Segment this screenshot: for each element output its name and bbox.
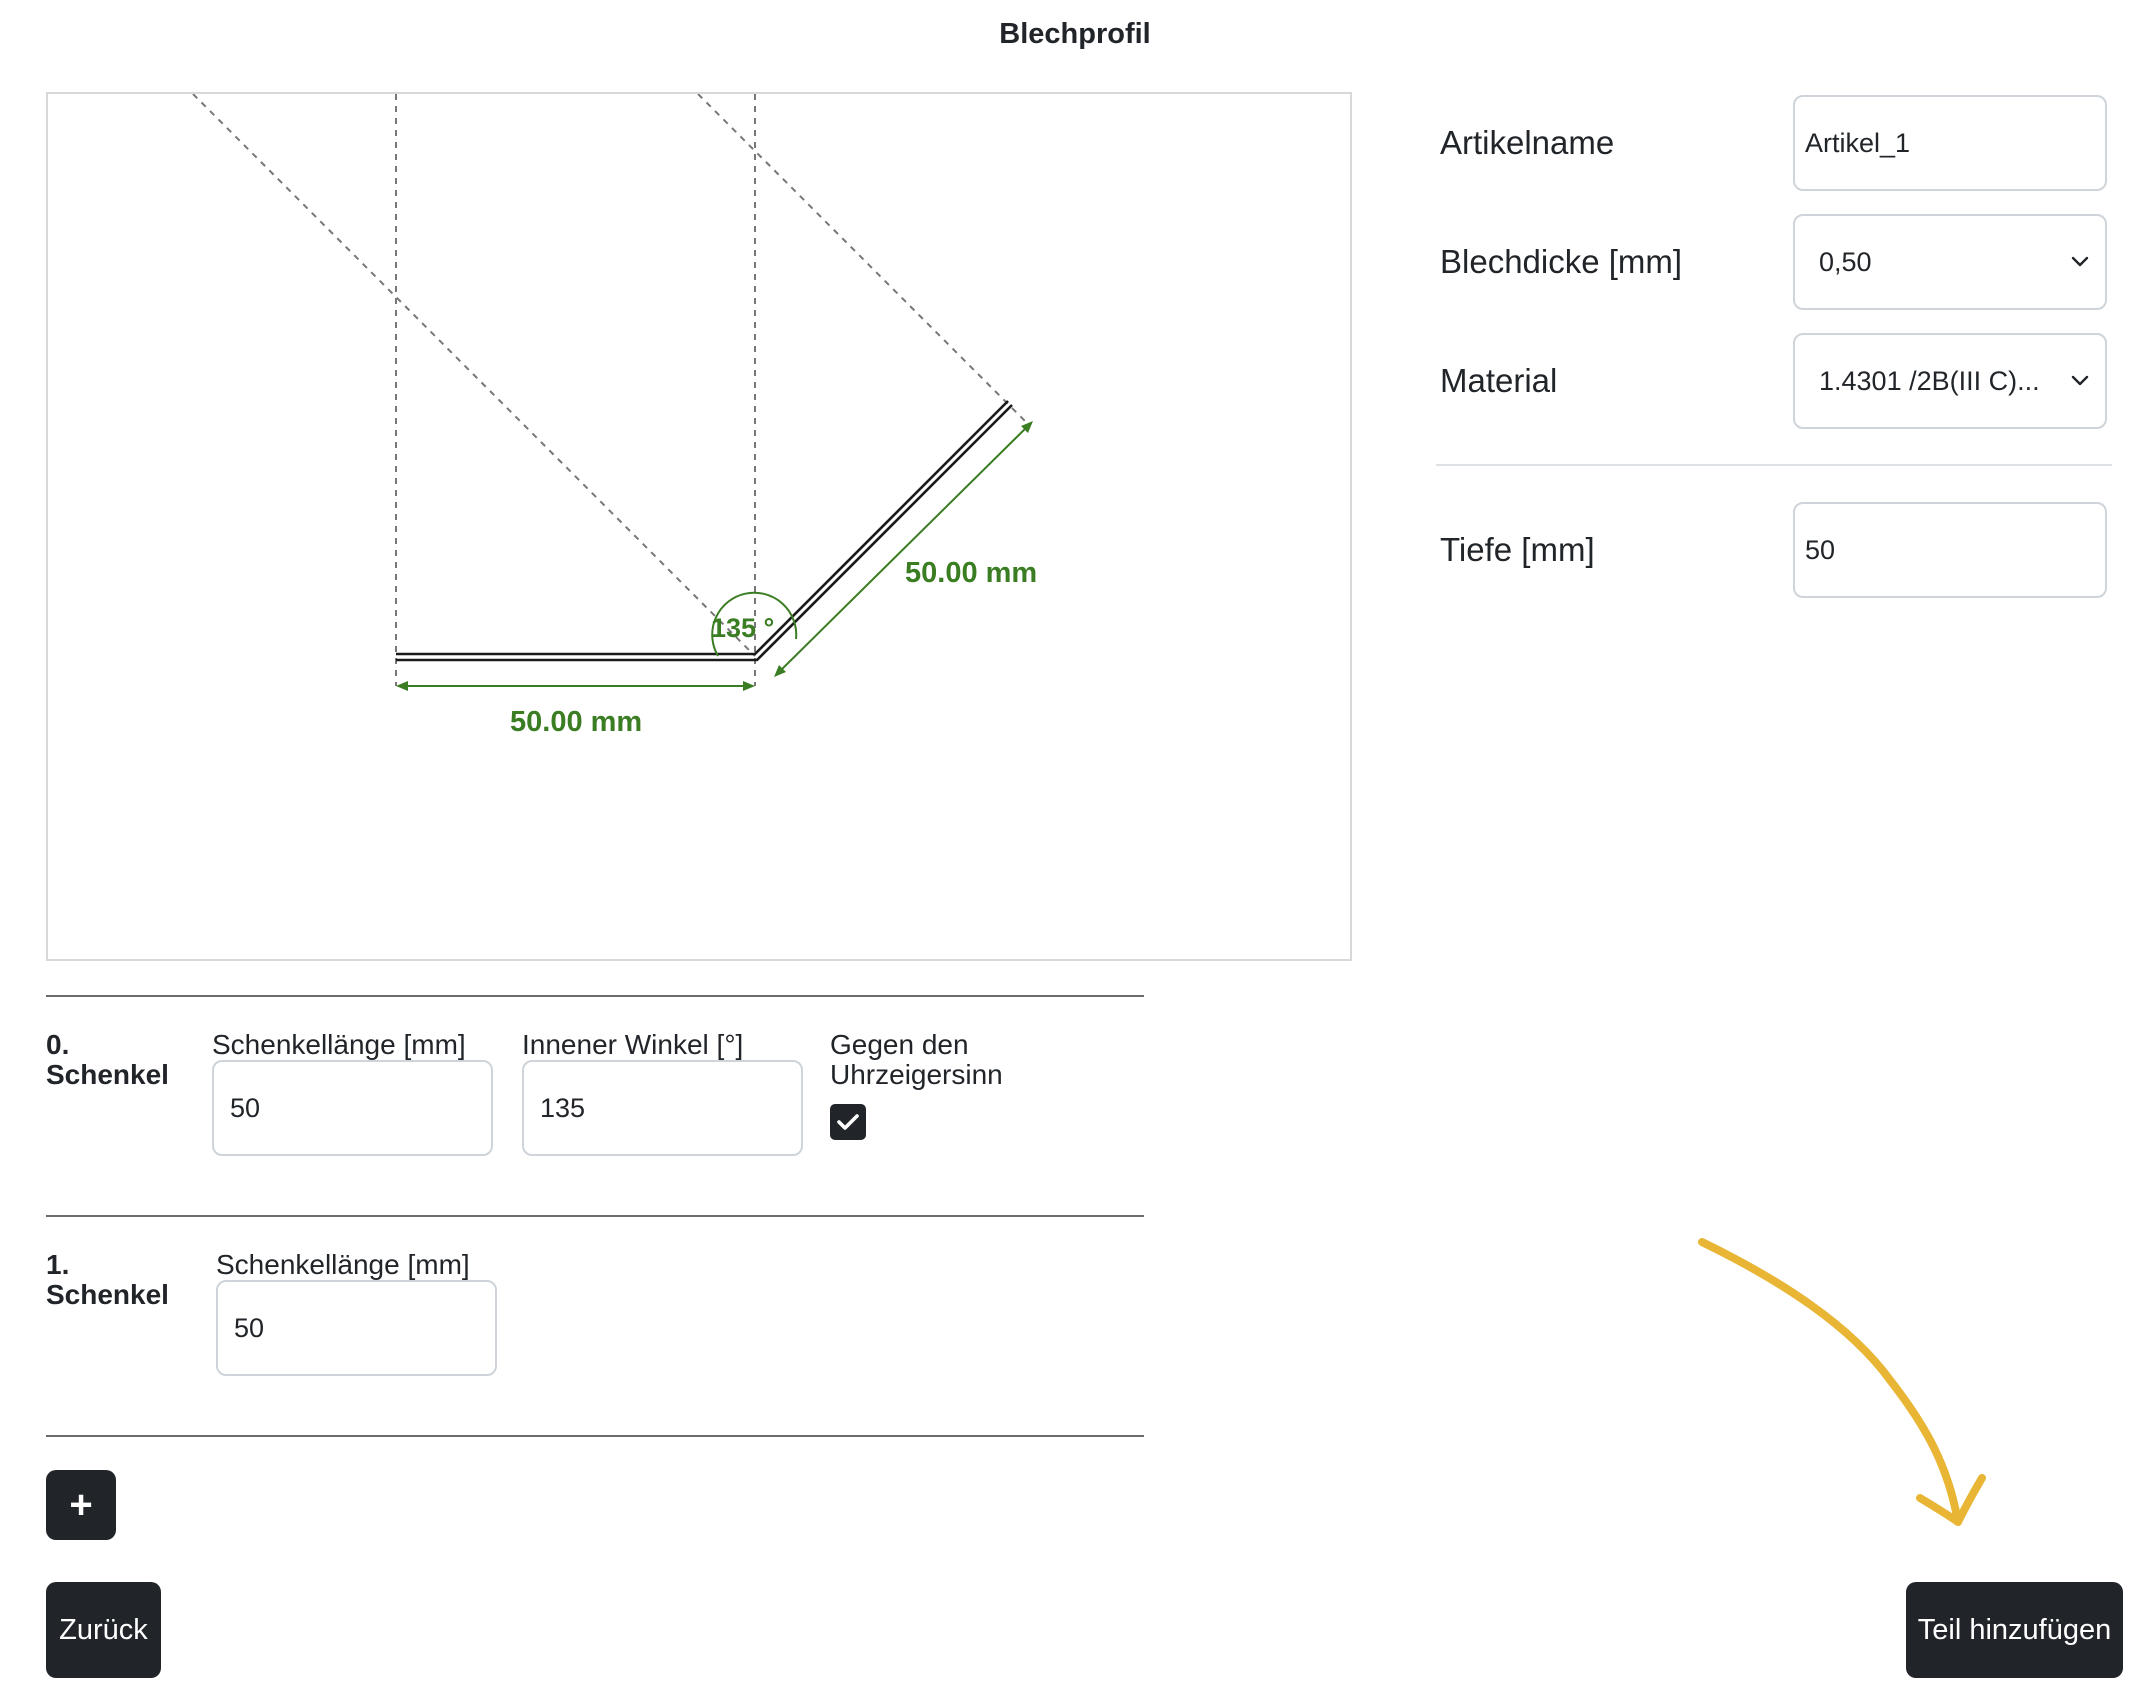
artikelname-row: Artikelname bbox=[1440, 95, 2110, 191]
plus-icon: + bbox=[69, 1483, 93, 1527]
angle-label: 135 ° bbox=[711, 613, 774, 643]
schenkel-1-length-input[interactable] bbox=[216, 1280, 497, 1376]
add-schenkel-button[interactable]: + bbox=[46, 1470, 116, 1540]
schenkel-0-ccw-label: Gegen den Uhrzeigersinn bbox=[830, 1030, 1003, 1090]
chevron-down-icon bbox=[2071, 375, 2089, 386]
blechdicke-row: Blechdicke [mm] 0,50 bbox=[1440, 214, 2110, 310]
guide-diagonal-right bbox=[697, 94, 1031, 427]
arrow-annotation-icon bbox=[1698, 1238, 1986, 1526]
artikelname-input[interactable] bbox=[1793, 95, 2107, 191]
schenkel-1-length-label: Schenkellänge [mm] bbox=[216, 1249, 470, 1280]
tiefe-row: Tiefe [mm] bbox=[1440, 502, 2110, 598]
tiefe-input[interactable] bbox=[1793, 502, 2107, 598]
blechdicke-select[interactable]: 0,50 bbox=[1793, 214, 2107, 310]
profile-drawing-canvas[interactable]: 135 ° 50.00 mm 50.00 mm bbox=[46, 92, 1352, 961]
material-label: Material bbox=[1440, 362, 1558, 399]
schenkel-divider bbox=[46, 1435, 1144, 1437]
material-row: Material 1.4301 /2B(III C)... bbox=[1440, 333, 2110, 429]
checkmark-icon bbox=[837, 1114, 859, 1130]
schenkel-1-number: 1. bbox=[46, 1249, 70, 1280]
schenkel-divider bbox=[46, 1215, 1144, 1217]
schenkel-0-number: 0. bbox=[46, 1029, 70, 1060]
material-selected-value: 1.4301 /2B(III C)... bbox=[1819, 366, 2040, 396]
dimension-arrowhead-left bbox=[396, 681, 408, 691]
schenkel-0-length-label: Schenkellänge [mm] bbox=[212, 1029, 466, 1060]
chevron-down-icon bbox=[2071, 256, 2089, 267]
form-divider bbox=[1436, 464, 2112, 466]
artikelname-label: Artikelname bbox=[1440, 124, 1615, 161]
dimension-label-leg1: 50.00 mm bbox=[905, 557, 1037, 589]
schenkel-0-title: 0. Schenkel bbox=[46, 1030, 186, 1090]
guide-diagonal-left bbox=[192, 94, 756, 657]
blechdicke-label: Blechdicke [mm] bbox=[1440, 243, 1683, 280]
schenkel-0-angle-label: Innener Winkel [°] bbox=[522, 1029, 744, 1060]
material-select[interactable]: 1.4301 /2B(III C)... bbox=[1793, 333, 2107, 429]
back-button[interactable]: Zurück bbox=[46, 1582, 161, 1678]
schenkel-divider bbox=[46, 995, 1144, 997]
tiefe-label: Tiefe [mm] bbox=[1440, 531, 1595, 568]
profile-outer-line bbox=[396, 400, 1009, 656]
blechdicke-selected-value: 0,50 bbox=[1819, 247, 1872, 277]
dimension-label-leg0: 50.00 mm bbox=[510, 706, 642, 738]
add-part-button[interactable]: Teil hinzufügen bbox=[1906, 1582, 2123, 1678]
dimension-arrowhead-right bbox=[743, 681, 755, 691]
schenkel-0-ccw-label-line1: Gegen den bbox=[830, 1029, 969, 1060]
schenkel-0-ccw-label-line2: Uhrzeigersinn bbox=[830, 1059, 1003, 1090]
schenkel-0-angle-input[interactable] bbox=[522, 1060, 803, 1156]
schenkel-0-length-input[interactable] bbox=[212, 1060, 493, 1156]
schenkel-0-word: Schenkel bbox=[46, 1059, 169, 1090]
profile-drawing-svg: 135 ° 50.00 mm 50.00 mm bbox=[192, 94, 1037, 738]
schenkel-1-title: 1. Schenkel bbox=[46, 1250, 186, 1310]
dimension-line-leg1 bbox=[775, 422, 1032, 676]
schenkel-0-ccw-checkbox[interactable] bbox=[830, 1104, 866, 1140]
schenkel-1-word: Schenkel bbox=[46, 1279, 169, 1310]
page-title: Blechprofil bbox=[999, 18, 1151, 50]
